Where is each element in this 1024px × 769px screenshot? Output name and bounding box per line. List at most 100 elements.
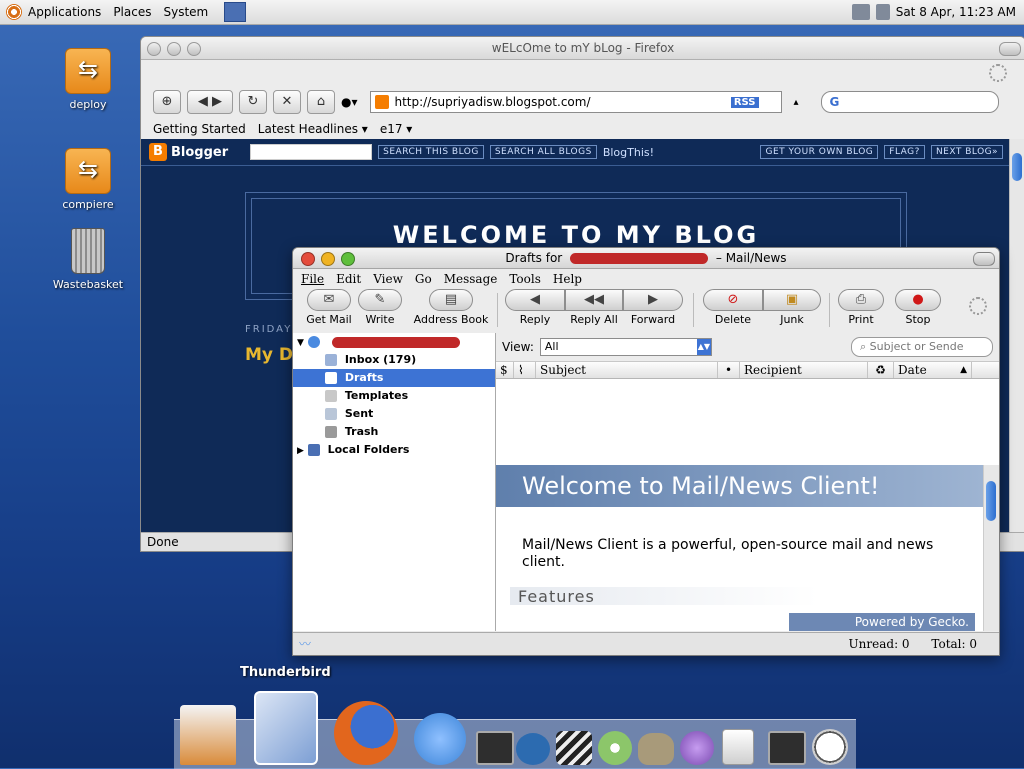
blog-search-input[interactable] — [250, 144, 373, 160]
disclosure-open-icon[interactable]: ▼ — [297, 338, 304, 348]
delete-button[interactable]: ⊘ Delete — [703, 289, 763, 326]
message-list[interactable] — [496, 379, 999, 466]
stop-button[interactable]: ● Stop — [895, 289, 941, 326]
mail-titlebar[interactable]: Drafts for – Mail/News — [293, 248, 999, 269]
account-row[interactable]: ▼ — [293, 333, 495, 351]
menu-system[interactable]: System — [163, 5, 208, 19]
folder-sent[interactable]: Sent — [293, 405, 495, 423]
reply-all-button[interactable]: ◀◀ Reply All — [565, 289, 623, 326]
folder-inbox[interactable]: Inbox (179) — [293, 351, 495, 369]
menu-view[interactable]: View — [373, 269, 403, 289]
ipod-icon[interactable] — [722, 729, 754, 765]
desktop-icon-compiere[interactable]: compiere — [43, 148, 133, 211]
column-date[interactable]: Date ▲ — [894, 362, 972, 378]
get-mail-button[interactable]: ✉ Get Mail — [299, 289, 359, 326]
minimize-icon[interactable] — [167, 42, 181, 56]
close-icon[interactable] — [147, 42, 161, 56]
menu-applications[interactable]: Applications — [28, 5, 101, 19]
home-icon[interactable] — [180, 705, 236, 765]
gimp-icon[interactable] — [638, 733, 674, 765]
folder-local-folders[interactable]: ▶ Local Folders — [293, 441, 495, 459]
search-all-blogs-button[interactable]: SEARCH ALL BLOGS — [489, 145, 597, 159]
quick-search-input[interactable]: ⌕ Subject or Sende — [851, 337, 993, 357]
view-select[interactable]: All ▲▼ — [539, 338, 712, 356]
home-button-icon[interactable]: ⌂ — [307, 90, 335, 114]
inbox-icon — [325, 354, 337, 366]
reply-button[interactable]: ◀ Reply — [505, 289, 565, 326]
folder-trash[interactable]: Trash — [293, 423, 495, 441]
volume-icon[interactable] — [875, 4, 890, 20]
thunderbird-icon[interactable] — [254, 691, 318, 765]
next-blog-button[interactable]: NEXT BLOG» — [930, 145, 1003, 159]
bookmark-e17[interactable]: e17 ▾ — [380, 122, 413, 136]
read-column-icon[interactable]: • — [718, 362, 740, 378]
zoom-icon[interactable] — [341, 252, 355, 266]
ichat-icon[interactable] — [414, 713, 466, 765]
reload-icon[interactable]: ↻ — [239, 90, 267, 114]
toolbar-toggle-icon[interactable] — [973, 252, 995, 266]
blogthis-link[interactable]: BlogThis! — [603, 146, 654, 159]
fish-icon[interactable] — [516, 733, 550, 765]
menu-file[interactable]: File — [301, 269, 324, 289]
stop-icon[interactable]: ✕ — [273, 90, 301, 114]
disclosure-closed-icon[interactable]: ▶ — [297, 446, 304, 456]
rss-icon[interactable]: RSS — [730, 96, 759, 108]
write-button[interactable]: ✎ Write — [355, 289, 405, 326]
junk-button[interactable]: ▣ Junk — [763, 289, 821, 326]
clock[interactable]: Sat 8 Apr, 11:23 AM — [896, 5, 1016, 19]
desktop-icon-wastebasket[interactable]: Wastebasket — [43, 228, 133, 291]
blogger-logo[interactable]: B Blogger — [149, 143, 228, 161]
url-bar[interactable]: http://supriyadisw.blogspot.com/ RSS — [369, 91, 782, 113]
menu-tools[interactable]: Tools — [509, 269, 541, 289]
search-input[interactable]: G — [820, 91, 999, 113]
column-recipient[interactable]: Recipient — [740, 362, 868, 378]
music-icon[interactable] — [680, 731, 714, 765]
terminal2-icon[interactable] — [768, 731, 806, 765]
junk-column-icon[interactable]: ♻ — [868, 362, 894, 378]
back-forward-button[interactable]: ◀ ▶ — [187, 90, 233, 114]
toolbar-separator — [497, 293, 498, 327]
column-subject[interactable]: Subject — [536, 362, 718, 378]
flag-button[interactable]: FLAG? — [884, 145, 925, 159]
thread-column-icon[interactable]: $ — [496, 362, 514, 378]
ubuntu-logo-icon[interactable] — [6, 4, 22, 20]
menu-message[interactable]: Message — [444, 269, 498, 289]
firefox-titlebar[interactable]: wELcOme to mY bLog - Firefox — [141, 37, 1024, 60]
attachment-column-icon[interactable]: ⌇ — [514, 362, 536, 378]
scrollbar-thumb[interactable] — [986, 481, 996, 521]
search-engine-chevron-icon[interactable]: ▴ — [794, 97, 799, 108]
terminal-icon[interactable] — [476, 731, 514, 765]
desktop-icon-deploy[interactable]: deploy — [43, 48, 133, 111]
itunes-icon[interactable] — [598, 731, 632, 765]
search-this-blog-button[interactable]: SEARCH THIS BLOG — [378, 145, 484, 159]
clapperboard-icon[interactable] — [556, 731, 592, 765]
print-button[interactable]: ⎙ Print — [837, 289, 885, 326]
get-your-own-blog-button[interactable]: GET YOUR OWN BLOG — [760, 145, 879, 159]
forward-button[interactable]: ▶ Forward — [623, 289, 683, 326]
menu-help[interactable]: Help — [553, 269, 582, 289]
close-icon[interactable] — [301, 252, 315, 266]
network-icon[interactable] — [851, 4, 870, 20]
bookmark-getting-started[interactable]: Getting Started — [153, 122, 246, 136]
page-scrollbar[interactable] — [1009, 139, 1024, 532]
toolbar-toggle-icon[interactable] — [999, 42, 1021, 56]
minimize-icon[interactable] — [321, 252, 335, 266]
blog-title[interactable]: WELCOME TO MY BLOG — [246, 221, 906, 249]
applet-icon[interactable] — [224, 2, 247, 22]
menu-go[interactable]: Go — [415, 269, 432, 289]
apple-menu-icon[interactable]: ●▾ — [341, 95, 358, 109]
scrollbar-thumb[interactable] — [1012, 153, 1022, 181]
folder-templates[interactable]: Templates — [293, 387, 495, 405]
bookmark-latest-headlines[interactable]: Latest Headlines ▾ — [258, 122, 368, 136]
offline-status-icon[interactable]: 〰 — [299, 633, 311, 655]
address-book-button[interactable]: ▤ Address Book — [411, 289, 491, 326]
firefox-icon[interactable] — [334, 701, 398, 765]
menu-places[interactable]: Places — [113, 5, 151, 19]
preview-scrollbar[interactable] — [983, 465, 999, 631]
zoom-icon[interactable] — [187, 42, 201, 56]
clock-icon[interactable] — [812, 729, 848, 765]
junk-label: Junk — [780, 313, 804, 326]
menu-edit[interactable]: Edit — [336, 269, 361, 289]
new-tab-icon[interactable]: ⊕ — [153, 90, 181, 114]
folder-drafts[interactable]: Drafts — [293, 369, 495, 387]
